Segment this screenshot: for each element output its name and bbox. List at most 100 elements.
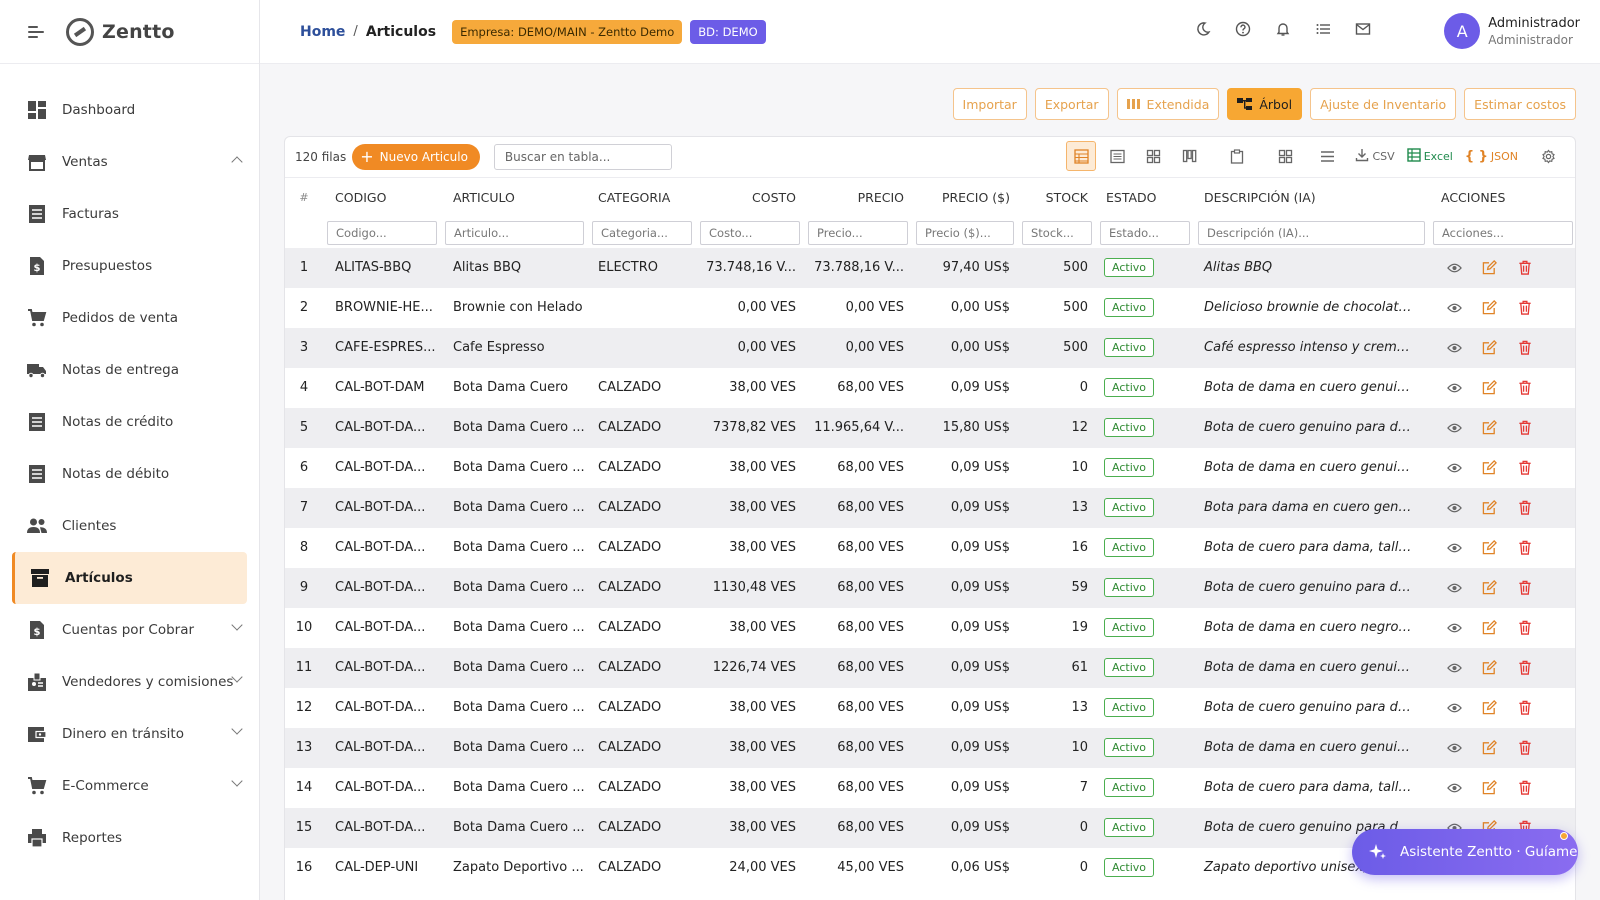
- filter-costo-input[interactable]: [700, 220, 800, 245]
- delete-trash-icon[interactable]: [1517, 260, 1532, 275]
- table-row[interactable]: 13 CAL-BOT-DA... Bota Dama Cuero ... CALZAD…: [285, 727, 1575, 768]
- edit-icon[interactable]: [1482, 700, 1497, 715]
- edit-icon[interactable]: [1482, 580, 1497, 595]
- export-csv-button[interactable]: CSV: [1352, 141, 1397, 171]
- sidebar-item-vendedores-y-comisiones[interactable]: Vendedores y comisiones: [12, 656, 247, 708]
- chevron-down-icon[interactable]: [231, 723, 243, 735]
- settings-gear-icon[interactable]: [1533, 141, 1563, 171]
- edit-icon[interactable]: [1482, 780, 1497, 795]
- extendida-button[interactable]: Extendida: [1116, 88, 1220, 120]
- view-eye-icon[interactable]: [1447, 500, 1462, 515]
- col-header-precio[interactable]: PRECIO: [804, 177, 912, 218]
- col-header-estado[interactable]: ESTADO: [1096, 177, 1194, 218]
- estimar-costos-button[interactable]: Estimar costos: [1464, 88, 1576, 120]
- table-row[interactable]: 14 CAL-BOT-DA... Bota Dama Cuero ... CALZAD…: [285, 768, 1575, 808]
- export-json-button[interactable]: { } JSON: [1462, 141, 1521, 171]
- delete-trash-icon[interactable]: [1517, 540, 1532, 555]
- sidebar-item-notas-de-entrega[interactable]: Notas de entrega: [12, 344, 247, 396]
- view-eye-icon[interactable]: [1447, 420, 1462, 435]
- edit-icon[interactable]: [1482, 300, 1497, 315]
- task-list-icon[interactable]: [1314, 20, 1332, 38]
- view-eye-icon[interactable]: [1447, 380, 1462, 395]
- sidebar-item-facturas[interactable]: Facturas: [12, 188, 247, 240]
- edit-icon[interactable]: [1482, 380, 1497, 395]
- table-row[interactable]: 1 ALITAS-BBQ Alitas BBQ ELECTRO 73.748,16 V.…: [285, 247, 1575, 288]
- collapse-menu-icon[interactable]: [28, 25, 44, 38]
- edit-icon[interactable]: [1482, 620, 1497, 635]
- importar-button[interactable]: Importar: [952, 88, 1027, 120]
- delete-trash-icon[interactable]: [1517, 380, 1532, 395]
- compact-view-icon[interactable]: [1102, 141, 1132, 171]
- table-row[interactable]: 8 CAL-BOT-DA... Bota Dama Cuero ... CALZADO…: [285, 528, 1575, 568]
- sidebar-item-dashboard[interactable]: Dashboard: [12, 84, 247, 136]
- search-input[interactable]: [493, 144, 672, 170]
- clipboard-icon[interactable]: [1222, 141, 1252, 171]
- table-row[interactable]: 10 CAL-BOT-DA... Bota Dama Cuero ... CALZAD…: [285, 608, 1575, 648]
- view-eye-icon[interactable]: [1447, 660, 1462, 675]
- edit-icon[interactable]: [1482, 340, 1497, 355]
- table-row[interactable]: 4 CAL-BOT-DAM Bota Dama Cuero CALZADO 38,00 …: [285, 368, 1575, 408]
- sidebar-item-pedidos-de-venta[interactable]: Pedidos de venta: [12, 292, 247, 344]
- notifications-bell-icon[interactable]: [1274, 20, 1292, 38]
- view-eye-icon[interactable]: [1447, 780, 1462, 795]
- col-header-stock[interactable]: STOCK: [1018, 177, 1096, 218]
- view-eye-icon[interactable]: [1447, 740, 1462, 755]
- col-header-precio-usd[interactable]: PRECIO ($): [912, 177, 1018, 218]
- density-icon[interactable]: [1312, 141, 1342, 171]
- sidebar-item-cuentas-por-cobrar[interactable]: $ Cuentas por Cobrar: [12, 604, 247, 656]
- avatar[interactable]: A: [1444, 13, 1481, 49]
- exportar-button[interactable]: Exportar: [1034, 88, 1109, 120]
- sidebar-item-articulos[interactable]: Artículos: [12, 552, 247, 604]
- delete-trash-icon[interactable]: [1517, 700, 1532, 715]
- edit-icon[interactable]: [1482, 740, 1497, 755]
- view-eye-icon[interactable]: [1447, 300, 1462, 315]
- table-row[interactable]: 7 CAL-BOT-DA... Bota Dama Cuero ... CALZADO…: [285, 487, 1575, 528]
- delete-trash-icon[interactable]: [1517, 500, 1532, 515]
- sidebar-item-presupuestos[interactable]: $ Presupuestos: [12, 240, 247, 292]
- delete-trash-icon[interactable]: [1517, 780, 1532, 795]
- delete-trash-icon[interactable]: [1517, 340, 1532, 355]
- filter-acciones-input[interactable]: [1433, 220, 1573, 245]
- delete-trash-icon[interactable]: [1517, 660, 1532, 675]
- export-excel-button[interactable]: Excel: [1404, 141, 1456, 171]
- table-row[interactable]: 5 CAL-BOT-DA... Bota Dama Cuero ... CALZADO…: [285, 407, 1575, 448]
- view-eye-icon[interactable]: [1447, 700, 1462, 715]
- sidebar-item-clientes[interactable]: Clientes: [12, 500, 247, 552]
- edit-icon[interactable]: [1482, 540, 1497, 555]
- arbol-button[interactable]: Árbol: [1227, 88, 1303, 120]
- sidebar-item-ventas[interactable]: Ventas: [12, 136, 247, 188]
- user-menu[interactable]: A Administrador Administrador: [1444, 13, 1580, 49]
- dark-mode-moon-icon[interactable]: [1194, 20, 1212, 38]
- view-eye-icon[interactable]: [1447, 340, 1462, 355]
- sidebar-item-notas-de-debito[interactable]: Notas de débito: [12, 448, 247, 500]
- assistant-button[interactable]: Asistente Zentto · Guíame: [1352, 829, 1578, 875]
- delete-trash-icon[interactable]: [1517, 620, 1532, 635]
- table-row[interactable]: 2 BROWNIE-HE... Brownie con Helado 0,00 VES…: [285, 288, 1575, 328]
- filter-codigo-input[interactable]: [327, 220, 437, 245]
- col-header-categoria[interactable]: CATEGORIA: [588, 177, 696, 218]
- view-eye-icon[interactable]: [1447, 540, 1462, 555]
- edit-icon[interactable]: [1482, 660, 1497, 675]
- help-icon[interactable]: [1234, 20, 1252, 38]
- sidebar-item-reportes[interactable]: Reportes: [12, 812, 247, 864]
- filter-precio-usd-input[interactable]: [916, 220, 1014, 245]
- cards-view-icon[interactable]: [1138, 141, 1168, 171]
- table-view-icon[interactable]: [1066, 141, 1097, 171]
- edit-icon[interactable]: [1482, 260, 1497, 275]
- view-eye-icon[interactable]: [1447, 580, 1462, 595]
- edit-icon[interactable]: [1482, 420, 1497, 435]
- delete-trash-icon[interactable]: [1517, 300, 1532, 315]
- delete-trash-icon[interactable]: [1517, 580, 1532, 595]
- chevron-down-icon[interactable]: [231, 619, 243, 631]
- mail-icon[interactable]: [1354, 20, 1372, 38]
- table-row[interactable]: 9 CAL-BOT-DA... Bota Dama Cuero ... CALZADO…: [285, 567, 1575, 608]
- delete-trash-icon[interactable]: [1517, 740, 1532, 755]
- view-eye-icon[interactable]: [1447, 460, 1462, 475]
- edit-icon[interactable]: [1482, 460, 1497, 475]
- filter-categoria-input[interactable]: [592, 220, 692, 245]
- table-row[interactable]: 12 CAL-BOT-DA... Bota Dama Cuero ... CALZAD…: [285, 688, 1575, 728]
- sidebar-item-notas-de-credito[interactable]: Notas de crédito: [12, 396, 247, 448]
- delete-trash-icon[interactable]: [1517, 420, 1532, 435]
- col-header-descripcion[interactable]: DESCRIPCIÓN (IA): [1194, 177, 1429, 218]
- ajuste-inventario-button[interactable]: Ajuste de Inventario: [1310, 88, 1457, 120]
